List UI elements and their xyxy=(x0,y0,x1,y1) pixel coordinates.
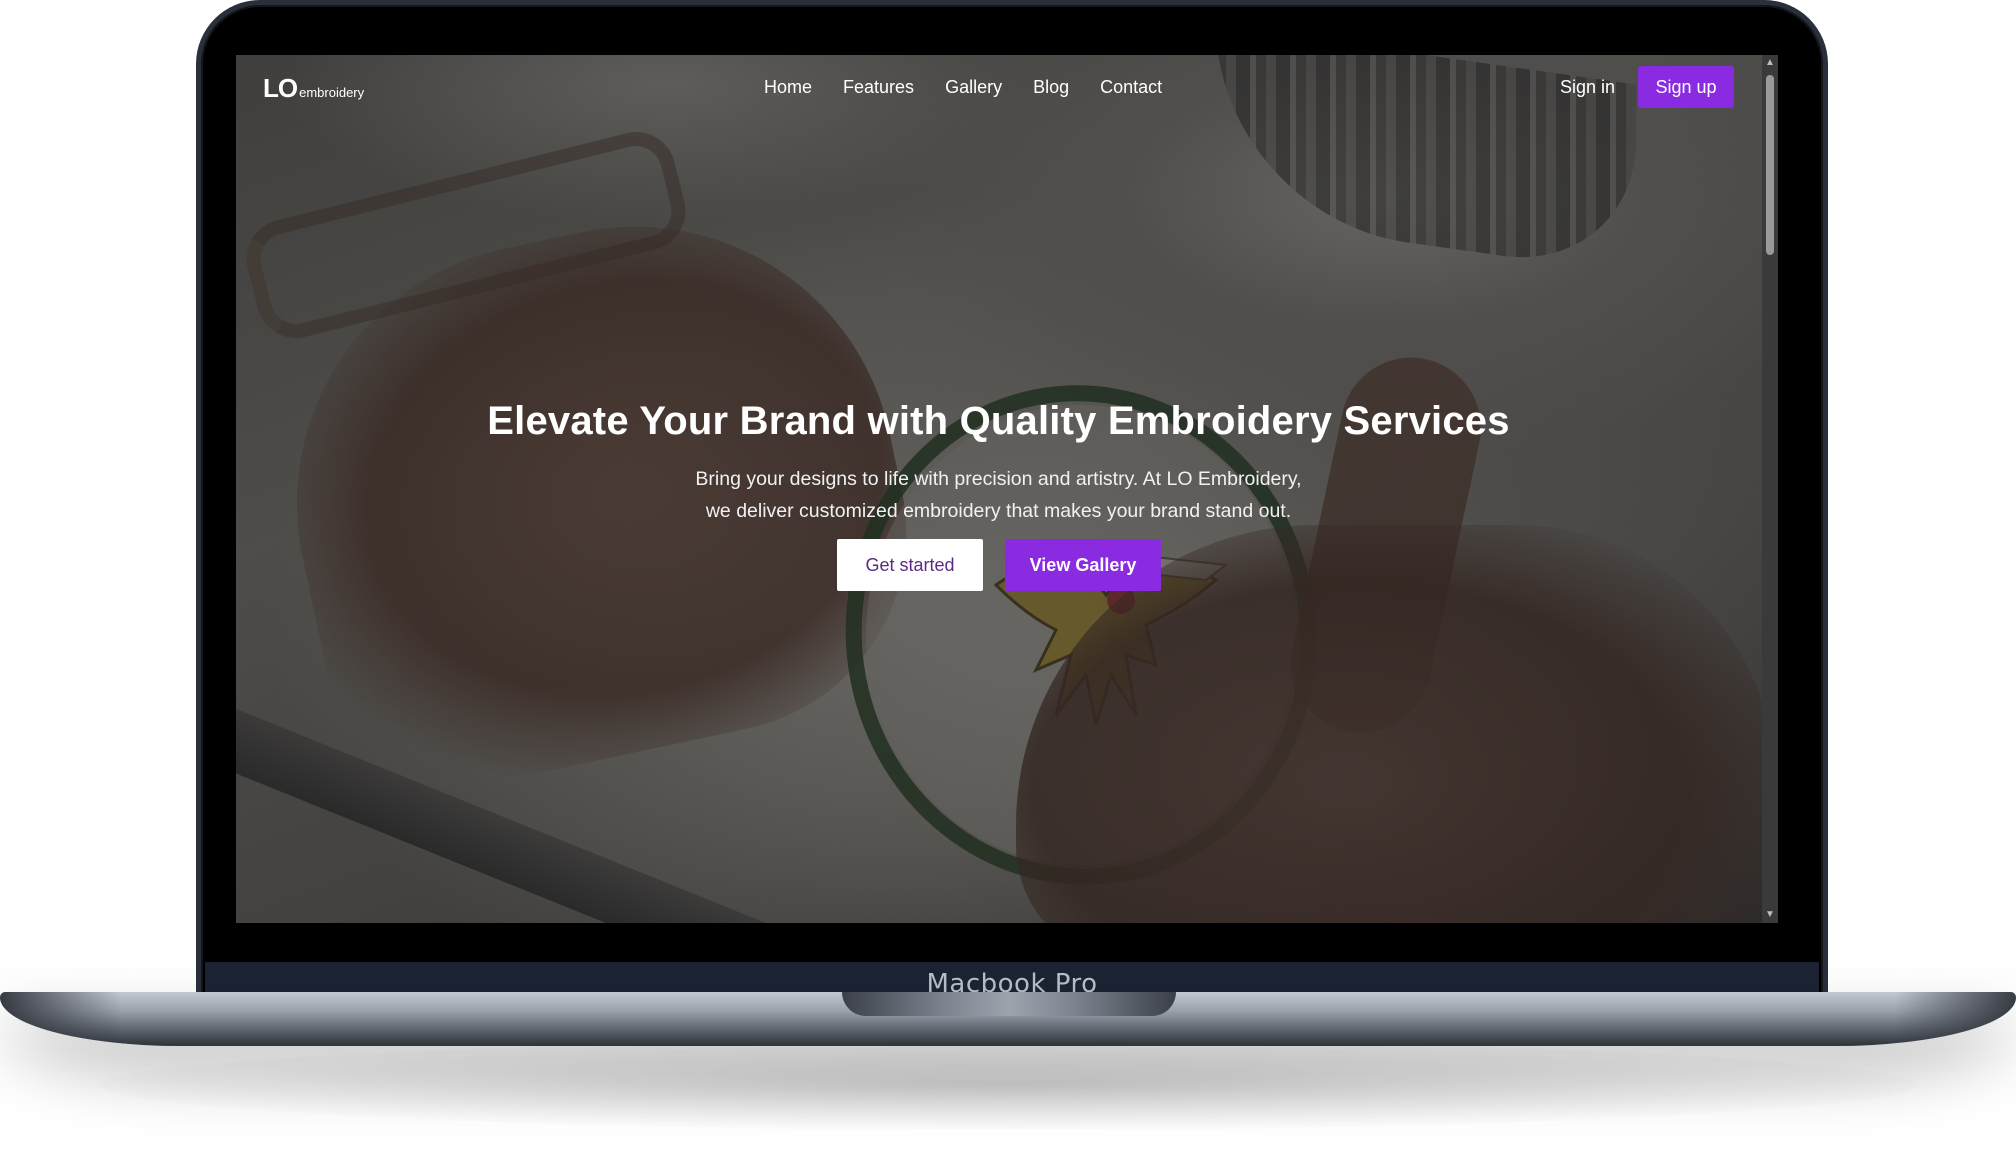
nav-link-blog[interactable]: Blog xyxy=(1033,77,1069,98)
nav-link-home[interactable]: Home xyxy=(764,77,812,98)
scroll-down-arrow-icon[interactable]: ▼ xyxy=(1762,907,1778,923)
logo-main-text: LO xyxy=(263,73,298,103)
nav-link-contact[interactable]: Contact xyxy=(1100,77,1162,98)
get-started-button[interactable]: Get started xyxy=(837,539,983,591)
scrollbar-thumb[interactable] xyxy=(1766,75,1774,255)
scroll-up-arrow-icon[interactable]: ▲ xyxy=(1762,55,1778,71)
screen: LO embroidery Home Features Gallery Blog… xyxy=(236,55,1778,923)
nav-link-gallery[interactable]: Gallery xyxy=(945,77,1002,98)
sign-in-link[interactable]: Sign in xyxy=(1560,77,1615,98)
laptop-notch xyxy=(842,992,1176,1016)
page-scrollbar[interactable]: ▲ ▼ xyxy=(1762,55,1778,923)
nav-link-features[interactable]: Features xyxy=(843,77,914,98)
site-logo[interactable]: LO embroidery xyxy=(263,73,364,104)
hero-title: Elevate Your Brand with Quality Embroide… xyxy=(487,399,1510,443)
hero-subtitle-line-2: we deliver customized embroidery that ma… xyxy=(705,500,1292,522)
hero-subtitle-line-1: Bring your designs to life with precisio… xyxy=(695,468,1302,490)
top-navigation: LO embroidery Home Features Gallery Blog… xyxy=(236,55,1756,119)
macbook-mockup: Macbook Pro LO embroidery Home Features … xyxy=(0,0,2016,1154)
view-gallery-button[interactable]: View Gallery xyxy=(1005,539,1161,591)
nav-links: Home Features Gallery Blog Contact xyxy=(764,77,1162,98)
device-shadow xyxy=(100,1040,1916,1130)
logo-sub-text: embroidery xyxy=(299,85,365,100)
hero-subtitle: Bring your designs to life with precisio… xyxy=(236,463,1761,527)
sign-up-button[interactable]: Sign up xyxy=(1638,66,1734,108)
